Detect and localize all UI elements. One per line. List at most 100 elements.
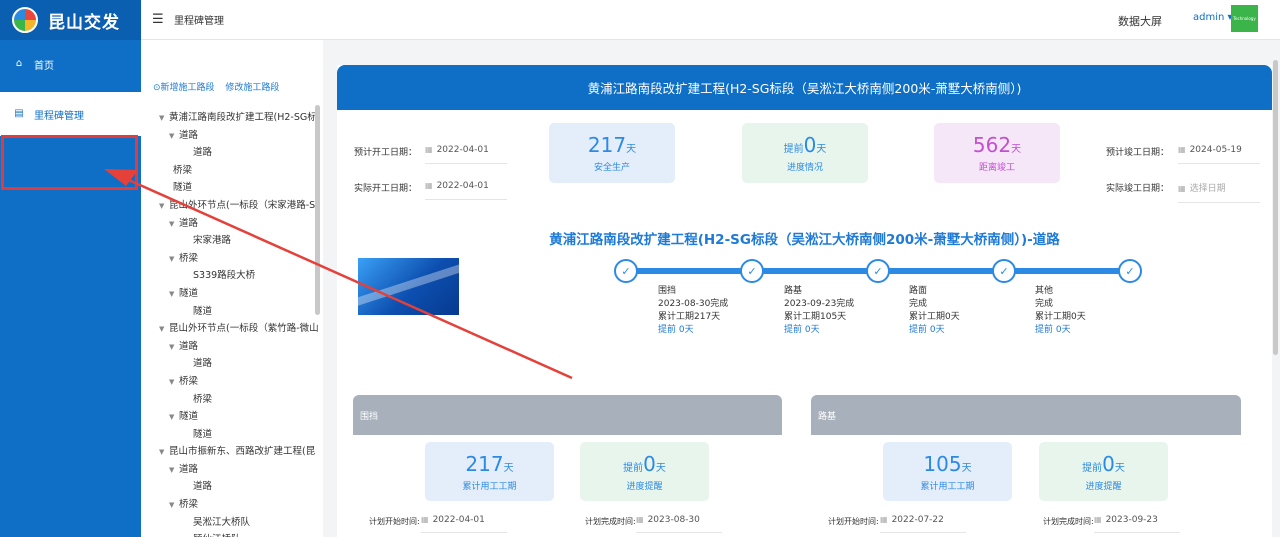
actual-start-field[interactable]: ▦ 2022-04-01 bbox=[425, 181, 507, 200]
caret-down-icon[interactable]: ▼ bbox=[169, 251, 175, 268]
logo: 昆山交发 bbox=[0, 0, 141, 40]
tree-node-label: 桥梁 bbox=[179, 375, 199, 387]
caret-down-icon[interactable]: ▼ bbox=[169, 339, 175, 356]
add-section-link[interactable]: ⊙新增施工路段 bbox=[153, 83, 215, 93]
plan-start-field[interactable]: ▦ 2022-07-22 bbox=[880, 515, 966, 533]
tree-node-label: 道路 bbox=[193, 358, 213, 370]
edit-section-link[interactable]: 修改施工路段 bbox=[225, 83, 279, 93]
actual-end-field[interactable]: ▦ 选择日期 bbox=[1178, 181, 1260, 203]
caret-down-icon[interactable]: ▼ bbox=[169, 409, 175, 426]
highlight-box bbox=[1, 135, 138, 190]
tree-node[interactable]: ▼ 桥梁 bbox=[159, 496, 319, 514]
tree-node[interactable]: 宋家港路 bbox=[159, 232, 319, 250]
big-screen-link[interactable]: 数据大屏 bbox=[1118, 13, 1162, 29]
tree-node[interactable]: ▼ 桥梁 bbox=[159, 373, 319, 391]
home-icon: ⌂ bbox=[15, 58, 23, 69]
plan-start-field[interactable]: ▦ 2022-04-01 bbox=[421, 515, 507, 533]
tree-node[interactable]: ▼ 道路 bbox=[159, 127, 319, 145]
tree-node[interactable]: ▼ 昆山外环节点(一标段（紫竹路-微山 bbox=[159, 320, 319, 338]
tree-actions: ⊙新增施工路段 修改施工路段 bbox=[153, 80, 287, 93]
plan-end-field[interactable]: ▦ 2023-08-30 bbox=[636, 515, 722, 533]
phase-days-card: 217天 累计用工工期 bbox=[425, 442, 554, 501]
caret-down-icon[interactable]: ▼ bbox=[169, 128, 175, 145]
tree-node-label: 隧道 bbox=[179, 411, 199, 423]
caret-down-icon[interactable]: ▼ bbox=[159, 444, 165, 461]
remaining-days-card: 562天 距离竣工 bbox=[934, 123, 1060, 183]
username: admin bbox=[1193, 12, 1225, 23]
tree-node-label: 道路 bbox=[179, 463, 199, 475]
calendar-icon: ▦ bbox=[1178, 184, 1186, 193]
phase-warn-card: 提前0天 进度提醒 bbox=[1039, 442, 1168, 501]
tree-node[interactable]: ▼ 桥梁 bbox=[159, 250, 319, 268]
tree-node-label: 道路 bbox=[193, 147, 213, 159]
logo-icon bbox=[12, 7, 38, 33]
actual-start-label: 实际开工日期： bbox=[354, 184, 418, 194]
avatar[interactable]: Technology bbox=[1231, 5, 1258, 32]
user-menu[interactable]: admin ▾ bbox=[1193, 12, 1233, 23]
caret-down-icon[interactable]: ▼ bbox=[169, 497, 175, 514]
tree-node[interactable]: 桥梁 bbox=[159, 391, 319, 409]
planned-end-field[interactable]: ▦ 2024-05-19 bbox=[1178, 145, 1260, 164]
tree-panel: ⊙新增施工路段 修改施工路段 ▼ 黄浦江路南段改扩建工程(H2-SG标段 ▼ 道路 道路… bbox=[141, 40, 323, 537]
milestone-check-icon: ✓ bbox=[866, 259, 890, 283]
tree-node[interactable]: 隧道 bbox=[159, 179, 319, 197]
section-subtitle: 黄浦江路南段改扩建工程(H2-SG标段（吴淞江大桥南侧200米-萧墅大桥南侧）)… bbox=[549, 232, 1060, 248]
tree-node[interactable]: 吴淞江大桥队 bbox=[159, 514, 319, 532]
caret-down-icon[interactable]: ▼ bbox=[169, 286, 175, 303]
tree-node[interactable]: ▼ 昆山市振新东、西路改扩建工程(昆 bbox=[159, 443, 319, 461]
project-tree: ▼ 黄浦江路南段改扩建工程(H2-SG标段 ▼ 道路 道路 桥梁 隧道 ▼ 昆山外环节点(一标段… bbox=[159, 109, 319, 537]
plan-end-label: 计划完成时间: bbox=[585, 517, 636, 526]
tree-node-label: 隧道 bbox=[193, 428, 213, 440]
menu-toggle-icon[interactable]: ☰ bbox=[152, 12, 164, 27]
tree-node[interactable]: 顾仙江桥队 bbox=[159, 531, 319, 537]
calendar-icon: ▦ bbox=[636, 515, 644, 524]
project-title: 黄浦江路南段改扩建工程(H2-SG标段（吴淞江大桥南侧200米-萧墅大桥南侧）) bbox=[337, 65, 1272, 110]
tree-node-label: 道路 bbox=[179, 340, 199, 352]
caret-down-icon[interactable]: ▼ bbox=[169, 216, 175, 233]
tree-node-label: 隧道 bbox=[173, 182, 193, 194]
sidebar-item-home[interactable]: ⌂ 首页 bbox=[0, 42, 141, 86]
tree-scrollbar[interactable] bbox=[315, 105, 320, 315]
tree-node[interactable]: ▼ 道路 bbox=[159, 338, 319, 356]
caret-down-icon[interactable]: ▼ bbox=[169, 462, 175, 479]
tree-node[interactable]: ▼ 昆山外环节点(一标段（宋家港路-S3 bbox=[159, 197, 319, 215]
milestone-check-icon: ✓ bbox=[1118, 259, 1142, 283]
tree-node-label: 昆山外环节点(一标段（紫竹路-微山 bbox=[169, 323, 319, 335]
phase-header: 路基 bbox=[811, 395, 1241, 435]
planned-start-field[interactable]: ▦ 2022-04-01 bbox=[425, 145, 507, 164]
tree-node[interactable]: ▼ 隧道 bbox=[159, 285, 319, 303]
tree-node-label: 桥梁 bbox=[179, 252, 199, 264]
plan-end-field[interactable]: ▦ 2023-09-23 bbox=[1094, 515, 1180, 533]
tree-node-label: 桥梁 bbox=[173, 164, 193, 176]
tree-node[interactable]: ▼ 道路 bbox=[159, 461, 319, 479]
plan-start-label: 计划开始时间: bbox=[828, 517, 879, 526]
tree-node[interactable]: 桥梁 bbox=[159, 162, 319, 180]
tree-node-label: 昆山市振新东、西路改扩建工程(昆 bbox=[169, 446, 316, 458]
caret-down-icon[interactable]: ▼ bbox=[169, 374, 175, 391]
tree-node[interactable]: ▼ 道路 bbox=[159, 215, 319, 233]
milestone-info: 其他 完成 累计工期0天 提前 0天 bbox=[1035, 286, 1086, 335]
tree-node[interactable]: 隧道 bbox=[159, 426, 319, 444]
caret-down-icon[interactable]: ▼ bbox=[159, 321, 165, 338]
tree-node[interactable]: ▼ 黄浦江路南段改扩建工程(H2-SG标段 bbox=[159, 109, 319, 127]
milestone-info: 路基 2023-09-23完成 累计工期105天 提前 0天 bbox=[784, 286, 855, 335]
caret-down-icon[interactable]: ▼ bbox=[159, 198, 165, 215]
tree-node[interactable]: S339路段大桥 bbox=[159, 267, 319, 285]
tree-node[interactable]: 隧道 bbox=[159, 303, 319, 321]
tree-node-label: 桥梁 bbox=[193, 393, 213, 405]
main-scrollbar[interactable] bbox=[1273, 60, 1278, 355]
logo-text: 昆山交发 bbox=[48, 12, 120, 33]
sidebar: 昆山交发 ⌂ 首页 ▤ 里程碑管理 bbox=[0, 0, 141, 537]
calendar-icon: ▦ bbox=[1094, 515, 1102, 524]
calendar-icon: ▦ bbox=[425, 181, 433, 190]
milestone-info: 围挡 2023-08-30完成 累计工期217天 提前 0天 bbox=[658, 286, 729, 335]
tree-node[interactable]: 道路 bbox=[159, 144, 319, 162]
tree-node[interactable]: 道路 bbox=[159, 478, 319, 496]
planned-end-label: 预计竣工日期： bbox=[1106, 148, 1170, 158]
calendar-icon: ▦ bbox=[1178, 145, 1186, 154]
calendar-icon: ▦ bbox=[421, 515, 429, 524]
tree-node[interactable]: 道路 bbox=[159, 355, 319, 373]
sidebar-item-milestone[interactable]: ▤ 里程碑管理 bbox=[0, 92, 141, 136]
tree-node[interactable]: ▼ 隧道 bbox=[159, 408, 319, 426]
caret-down-icon[interactable]: ▼ bbox=[159, 110, 165, 127]
